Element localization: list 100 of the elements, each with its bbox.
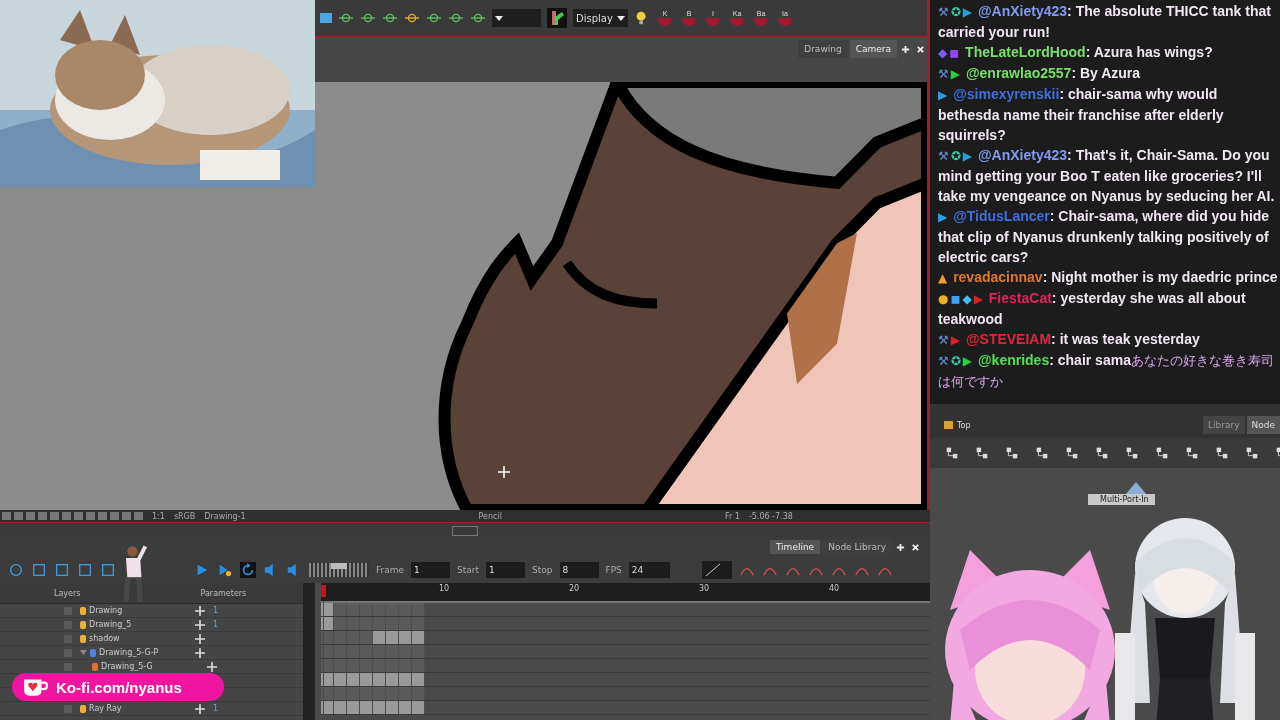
node-tool-icon[interactable] bbox=[1214, 445, 1230, 461]
frame-cell[interactable] bbox=[347, 645, 360, 658]
view-tab[interactable]: Camera bbox=[849, 40, 897, 58]
view-tab[interactable]: Drawing bbox=[798, 40, 848, 58]
frame-cell[interactable] bbox=[373, 673, 386, 686]
add-icon[interactable] bbox=[195, 647, 205, 658]
frame-cell[interactable] bbox=[334, 645, 347, 658]
frame-cell[interactable] bbox=[373, 687, 386, 700]
frame-cell[interactable] bbox=[412, 659, 425, 672]
frame-cell[interactable] bbox=[334, 701, 347, 714]
view-tool-icon[interactable] bbox=[547, 8, 567, 28]
timeline-tab[interactable]: Timeline bbox=[769, 540, 821, 554]
frame-cell[interactable] bbox=[360, 673, 373, 686]
frame-cell[interactable] bbox=[334, 603, 347, 616]
dropdown[interactable] bbox=[492, 9, 541, 27]
frame-cell[interactable] bbox=[347, 603, 360, 616]
line-style-select[interactable] bbox=[701, 560, 732, 579]
stop-field[interactable]: 8 bbox=[559, 561, 599, 578]
node-tool-icon[interactable] bbox=[1064, 445, 1080, 461]
add-icon[interactable] bbox=[207, 661, 217, 672]
node-tool-icon[interactable] bbox=[974, 445, 990, 461]
breadcrumb[interactable]: Top bbox=[957, 420, 971, 430]
frame-cell[interactable] bbox=[412, 645, 425, 658]
frame-cell[interactable] bbox=[334, 659, 347, 672]
close-icon[interactable] bbox=[916, 44, 925, 54]
frame-cell[interactable] bbox=[334, 673, 347, 686]
frame-cell[interactable] bbox=[399, 603, 412, 616]
frame-cell[interactable] bbox=[399, 701, 412, 714]
frame-cell[interactable] bbox=[373, 617, 386, 630]
start-field[interactable]: 1 bbox=[486, 561, 526, 578]
node-tool-icon[interactable] bbox=[1154, 445, 1170, 461]
display-select[interactable]: Display bbox=[573, 9, 628, 27]
frame-cell[interactable] bbox=[386, 645, 399, 658]
collapse-arrows-icon[interactable] bbox=[452, 525, 478, 536]
node-tool-icon[interactable] bbox=[1094, 445, 1110, 461]
frame-cell[interactable] bbox=[347, 687, 360, 700]
frame-cell[interactable] bbox=[347, 673, 360, 686]
frame-cell[interactable] bbox=[412, 701, 425, 714]
layer-name[interactable]: Ray Ray bbox=[89, 704, 122, 713]
tool-icon[interactable] bbox=[54, 561, 70, 578]
frame-cell[interactable] bbox=[386, 687, 399, 700]
layer-name[interactable]: Drawing_5-G-P bbox=[99, 648, 159, 657]
frame-cell[interactable] bbox=[386, 631, 399, 644]
add-icon[interactable] bbox=[195, 703, 205, 714]
node-tool-icon[interactable] bbox=[944, 445, 960, 461]
frame-cell[interactable] bbox=[347, 617, 360, 630]
frame-cell[interactable] bbox=[360, 659, 373, 672]
frame-cell[interactable] bbox=[412, 631, 425, 644]
frame-cell[interactable] bbox=[347, 631, 360, 644]
tool-icon[interactable] bbox=[31, 561, 47, 578]
frame-cell[interactable] bbox=[360, 631, 373, 644]
close-icon[interactable] bbox=[911, 542, 920, 552]
node-tool-icon[interactable] bbox=[1004, 445, 1020, 461]
add-icon[interactable] bbox=[901, 44, 910, 54]
frame-cell[interactable] bbox=[412, 603, 425, 616]
frame-cell[interactable] bbox=[386, 659, 399, 672]
slider-thumb[interactable] bbox=[331, 562, 347, 569]
node-tool-icon[interactable] bbox=[1184, 445, 1200, 461]
frame-cell[interactable] bbox=[399, 659, 412, 672]
frame-cell[interactable] bbox=[412, 687, 425, 700]
frame-cell[interactable] bbox=[399, 617, 412, 630]
frame-cell[interactable] bbox=[334, 687, 347, 700]
network-node[interactable]: Multi-Port-In bbox=[1088, 494, 1155, 505]
frame-cell[interactable] bbox=[347, 701, 360, 714]
kofi-link[interactable]: Ko-fi.com/nyanus bbox=[56, 678, 182, 696]
frame-cell[interactable] bbox=[360, 603, 373, 616]
layer-name[interactable]: Drawing_5-G bbox=[101, 662, 153, 671]
frame-cell[interactable] bbox=[360, 617, 373, 630]
add-icon[interactable] bbox=[896, 542, 905, 552]
frame-cell[interactable] bbox=[386, 701, 399, 714]
frame-cell[interactable] bbox=[386, 617, 399, 630]
frame-cell[interactable] bbox=[412, 617, 425, 630]
fps-select[interactable]: 24 bbox=[628, 561, 670, 578]
frame-cell[interactable] bbox=[399, 645, 412, 658]
panel-tab[interactable]: Node bbox=[1246, 416, 1280, 434]
frame-cell[interactable] bbox=[373, 645, 386, 658]
layer-name[interactable]: shadow bbox=[89, 634, 120, 643]
kofi-badge[interactable]: Ko-fi.com/nyanus bbox=[12, 673, 224, 701]
frame-cell[interactable] bbox=[399, 687, 412, 700]
node-tool-icon[interactable] bbox=[1034, 445, 1050, 461]
expand-triangle-icon[interactable] bbox=[80, 649, 87, 656]
loop-icon[interactable] bbox=[240, 561, 256, 578]
add-icon[interactable] bbox=[195, 633, 205, 644]
add-icon[interactable] bbox=[195, 619, 205, 630]
frame-cell[interactable] bbox=[399, 673, 412, 686]
frame-cell[interactable] bbox=[334, 617, 347, 630]
frame-cell[interactable] bbox=[373, 631, 386, 644]
frame-cell[interactable] bbox=[386, 673, 399, 686]
tool-icon[interactable] bbox=[8, 561, 24, 578]
panel-tab[interactable]: Library bbox=[1203, 416, 1245, 434]
frame-cell[interactable] bbox=[386, 603, 399, 616]
frame-cell[interactable] bbox=[373, 603, 386, 616]
add-icon[interactable] bbox=[195, 605, 205, 616]
frame-cell[interactable] bbox=[373, 701, 386, 714]
frame-cell[interactable] bbox=[360, 701, 373, 714]
frame-cell[interactable] bbox=[360, 645, 373, 658]
node-tool-icon[interactable] bbox=[1244, 445, 1260, 461]
frame-cell[interactable] bbox=[347, 659, 360, 672]
frame-cell[interactable] bbox=[399, 631, 412, 644]
layer-name[interactable]: Drawing bbox=[89, 606, 123, 615]
